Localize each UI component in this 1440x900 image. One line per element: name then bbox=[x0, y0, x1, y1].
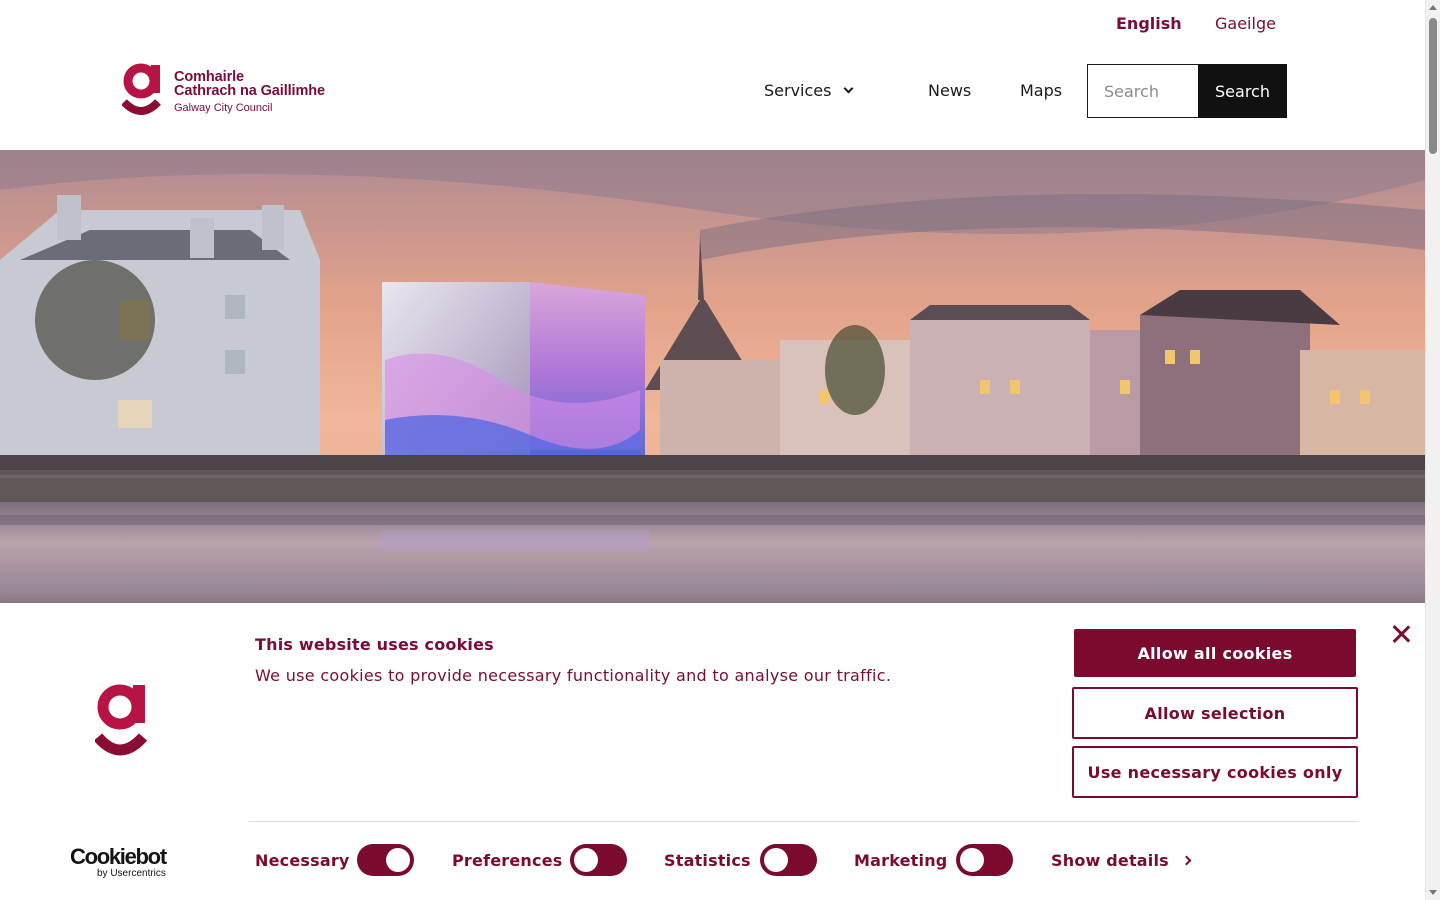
toggle-label-preferences: Preferences bbox=[452, 851, 563, 870]
logo-line-1: Comhairle bbox=[174, 69, 245, 85]
cookie-title: This website uses cookies bbox=[255, 635, 494, 654]
allow-all-cookies-button[interactable]: Allow all cookies bbox=[1074, 629, 1356, 677]
toggle-statistics[interactable] bbox=[760, 844, 817, 876]
logo-line-3: Galway City Council bbox=[174, 102, 273, 114]
toggle-knob bbox=[386, 848, 410, 872]
show-details-label: Show details bbox=[1051, 851, 1169, 870]
site-logo[interactable]: Comhairle Cathrach na Gaillimhe Galway C… bbox=[122, 62, 325, 120]
toggle-knob bbox=[960, 848, 984, 872]
allow-selection-button[interactable]: Allow selection bbox=[1072, 687, 1358, 739]
cookiebot-name: Cookiebot bbox=[70, 844, 167, 869]
toggle-necessary[interactable] bbox=[357, 844, 414, 876]
scroll-up-arrow-icon[interactable] bbox=[1429, 5, 1437, 10]
search-input[interactable] bbox=[1087, 64, 1199, 118]
council-g-logo-icon bbox=[122, 63, 161, 115]
toggle-label-marketing: Marketing bbox=[854, 851, 948, 870]
search-button[interactable]: Search bbox=[1198, 64, 1287, 118]
language-english-link[interactable]: English bbox=[1116, 14, 1182, 33]
nav-news[interactable]: News bbox=[928, 81, 971, 100]
chevron-right-icon bbox=[1181, 855, 1192, 866]
cookie-banner: This website uses cookies We use cookies… bbox=[0, 603, 1425, 900]
cookiebot-sub: by Usercentrics bbox=[97, 868, 166, 879]
toggle-marketing[interactable] bbox=[956, 844, 1013, 876]
hero-image bbox=[0, 150, 1425, 603]
scrollbar-thumb[interactable] bbox=[1429, 18, 1437, 154]
close-icon[interactable] bbox=[1392, 625, 1410, 643]
nav-services-label: Services bbox=[764, 81, 832, 100]
toggle-knob bbox=[764, 848, 788, 872]
toggle-knob bbox=[574, 848, 598, 872]
toggle-preferences[interactable] bbox=[570, 844, 627, 876]
logo-line-2: Cathrach na Gaillimhe bbox=[174, 83, 325, 99]
nav-maps[interactable]: Maps bbox=[1020, 81, 1062, 100]
logo-text: Comhairle Cathrach na Gaillimhe Galway C… bbox=[174, 70, 325, 115]
scroll-down-arrow-icon[interactable] bbox=[1429, 890, 1437, 895]
cookie-description: We use cookies to provide necessary func… bbox=[255, 666, 892, 685]
divider bbox=[249, 821, 1358, 822]
site-header: English Gaeilge Comhairle Cathrach na Ga… bbox=[0, 0, 1425, 150]
language-gaeilge-link[interactable]: Gaeilge bbox=[1215, 14, 1276, 33]
toggle-label-statistics: Statistics bbox=[664, 851, 751, 870]
council-g-logo-icon bbox=[95, 684, 147, 756]
page-scrollbar[interactable] bbox=[1425, 0, 1440, 900]
show-details-link[interactable]: Show details bbox=[1051, 851, 1192, 870]
use-necessary-cookies-button[interactable]: Use necessary cookies only bbox=[1072, 746, 1358, 798]
toggle-label-necessary: Necessary bbox=[255, 851, 350, 870]
nav-services[interactable]: Services bbox=[764, 81, 854, 100]
chevron-down-icon bbox=[844, 83, 854, 94]
cookiebot-logo[interactable]: Cookiebot by Usercentrics bbox=[70, 844, 167, 880]
